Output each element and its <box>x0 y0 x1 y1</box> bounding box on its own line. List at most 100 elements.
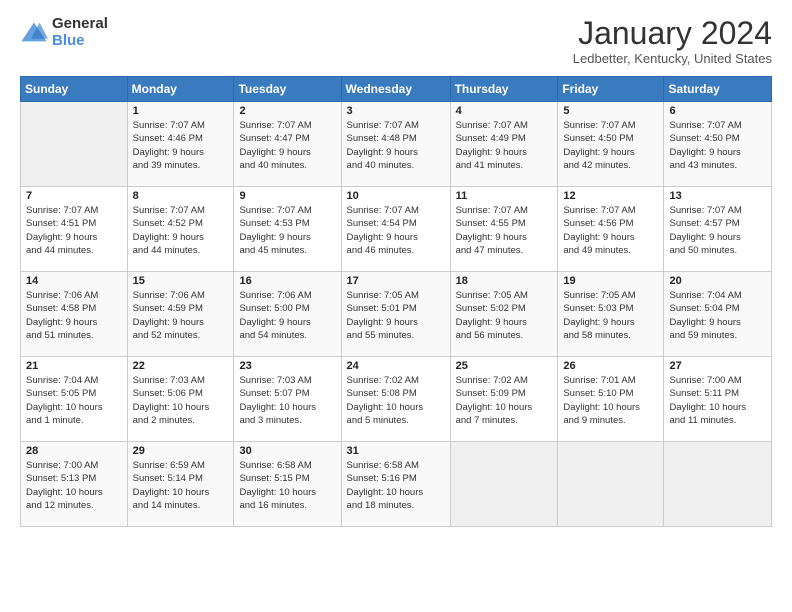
logo: General Blue <box>20 16 108 49</box>
location: Ledbetter, Kentucky, United States <box>573 51 772 66</box>
day-info: Sunrise: 7:07 AM Sunset: 4:51 PM Dayligh… <box>26 204 122 257</box>
day-number: 19 <box>563 275 658 287</box>
day-number: 6 <box>669 105 766 117</box>
col-saturday: Saturday <box>664 77 772 102</box>
day-number: 21 <box>26 360 122 372</box>
calendar-week-2: 7Sunrise: 7:07 AM Sunset: 4:51 PM Daylig… <box>21 187 772 272</box>
day-number: 4 <box>456 105 553 117</box>
day-info: Sunrise: 7:07 AM Sunset: 4:57 PM Dayligh… <box>669 204 766 257</box>
day-info: Sunrise: 7:07 AM Sunset: 4:48 PM Dayligh… <box>347 119 445 172</box>
calendar-week-1: 1 Sunrise: 7:07 AM Sunset: 4:46 PM Daylig… <box>21 102 772 187</box>
day-number: 14 <box>26 275 122 287</box>
day-number: 25 <box>456 360 553 372</box>
day-number: 30 <box>239 445 335 457</box>
day-info: Sunrise: 6:59 AM Sunset: 5:14 PM Dayligh… <box>133 459 229 512</box>
calendar-table: Sunday Monday Tuesday Wednesday Thursday… <box>20 76 772 527</box>
day-number: 27 <box>669 360 766 372</box>
day-number: 29 <box>133 445 229 457</box>
table-row: 30 Sunrise: 6:58 AM Sunset: 5:15 PM Dayli… <box>234 442 341 527</box>
calendar-week-4: 21 Sunrise: 7:04 AM Sunset: 5:05 PM Dayli… <box>21 357 772 442</box>
day-info: Sunrise: 7:04 AM Sunset: 5:05 PM Dayligh… <box>26 374 122 427</box>
day-number: 2 <box>239 105 335 117</box>
table-row: 5Sunrise: 7:07 AM Sunset: 4:50 PM Daylig… <box>558 102 664 187</box>
day-info: Sunrise: 7:07 AM Sunset: 4:46 PM Dayligh… <box>133 119 229 172</box>
logo-icon <box>20 19 48 47</box>
day-number: 22 <box>133 360 229 372</box>
col-wednesday: Wednesday <box>341 77 450 102</box>
table-row: 20 Sunrise: 7:04 AM Sunset: 5:04 PM Dayli… <box>664 272 772 357</box>
day-info: Sunrise: 7:05 AM Sunset: 5:02 PM Dayligh… <box>456 289 553 342</box>
table-row: 15 Sunrise: 7:06 AM Sunset: 4:59 PM Dayli… <box>127 272 234 357</box>
day-info: Sunrise: 7:03 AM Sunset: 5:07 PM Dayligh… <box>239 374 335 427</box>
day-number: 18 <box>456 275 553 287</box>
col-thursday: Thursday <box>450 77 558 102</box>
table-row: 24Sunrise: 7:02 AM Sunset: 5:08 PM Dayli… <box>341 357 450 442</box>
day-number: 1 <box>133 105 229 117</box>
day-number: 23 <box>239 360 335 372</box>
day-number: 12 <box>563 190 658 202</box>
day-info: Sunrise: 7:02 AM Sunset: 5:09 PM Dayligh… <box>456 374 553 427</box>
table-row <box>21 102 128 187</box>
table-row: 26 Sunrise: 7:01 AM Sunset: 5:10 PM Dayli… <box>558 357 664 442</box>
day-number: 13 <box>669 190 766 202</box>
logo-general: General <box>52 16 108 33</box>
table-row: 23 Sunrise: 7:03 AM Sunset: 5:07 PM Dayli… <box>234 357 341 442</box>
day-info: Sunrise: 6:58 AM Sunset: 5:15 PM Dayligh… <box>239 459 335 512</box>
day-info: Sunrise: 7:02 AM Sunset: 5:08 PM Dayligh… <box>347 374 445 427</box>
day-number: 20 <box>669 275 766 287</box>
day-number: 8 <box>133 190 229 202</box>
table-row: 4 Sunrise: 7:07 AM Sunset: 4:49 PM Daylig… <box>450 102 558 187</box>
day-number: 16 <box>239 275 335 287</box>
day-info: Sunrise: 7:03 AM Sunset: 5:06 PM Dayligh… <box>133 374 229 427</box>
header: General Blue January 2024 Ledbetter, Ken… <box>20 16 772 66</box>
logo-blue: Blue <box>52 33 108 50</box>
table-row: 9 Sunrise: 7:07 AM Sunset: 4:53 PM Daylig… <box>234 187 341 272</box>
col-tuesday: Tuesday <box>234 77 341 102</box>
day-info: Sunrise: 7:05 AM Sunset: 5:03 PM Dayligh… <box>563 289 658 342</box>
table-row: 17Sunrise: 7:05 AM Sunset: 5:01 PM Dayli… <box>341 272 450 357</box>
day-number: 10 <box>347 190 445 202</box>
table-row <box>664 442 772 527</box>
day-info: Sunrise: 7:00 AM Sunset: 5:13 PM Dayligh… <box>26 459 122 512</box>
day-info: Sunrise: 7:04 AM Sunset: 5:04 PM Dayligh… <box>669 289 766 342</box>
day-info: Sunrise: 7:07 AM Sunset: 4:55 PM Dayligh… <box>456 204 553 257</box>
day-number: 9 <box>239 190 335 202</box>
col-sunday: Sunday <box>21 77 128 102</box>
day-number: 3 <box>347 105 445 117</box>
day-info: Sunrise: 7:01 AM Sunset: 5:10 PM Dayligh… <box>563 374 658 427</box>
col-monday: Monday <box>127 77 234 102</box>
day-info: Sunrise: 7:06 AM Sunset: 4:59 PM Dayligh… <box>133 289 229 342</box>
day-info: Sunrise: 7:07 AM Sunset: 4:53 PM Dayligh… <box>239 204 335 257</box>
table-row: 31Sunrise: 6:58 AM Sunset: 5:16 PM Dayli… <box>341 442 450 527</box>
day-info: Sunrise: 7:06 AM Sunset: 5:00 PM Dayligh… <box>239 289 335 342</box>
table-row: 12Sunrise: 7:07 AM Sunset: 4:56 PM Dayli… <box>558 187 664 272</box>
day-info: Sunrise: 7:07 AM Sunset: 4:47 PM Dayligh… <box>239 119 335 172</box>
table-row <box>558 442 664 527</box>
table-row: 14 Sunrise: 7:06 AM Sunset: 4:58 PM Dayli… <box>21 272 128 357</box>
table-row: 22 Sunrise: 7:03 AM Sunset: 5:06 PM Dayli… <box>127 357 234 442</box>
table-row: 28Sunrise: 7:00 AM Sunset: 5:13 PM Dayli… <box>21 442 128 527</box>
page: General Blue January 2024 Ledbetter, Ken… <box>0 0 792 612</box>
table-row: 16 Sunrise: 7:06 AM Sunset: 5:00 PM Dayli… <box>234 272 341 357</box>
table-row: 19 Sunrise: 7:05 AM Sunset: 5:03 PM Dayli… <box>558 272 664 357</box>
day-info: Sunrise: 7:07 AM Sunset: 4:49 PM Dayligh… <box>456 119 553 172</box>
table-row: 18 Sunrise: 7:05 AM Sunset: 5:02 PM Dayli… <box>450 272 558 357</box>
table-row: 8Sunrise: 7:07 AM Sunset: 4:52 PM Daylig… <box>127 187 234 272</box>
day-info: Sunrise: 7:00 AM Sunset: 5:11 PM Dayligh… <box>669 374 766 427</box>
table-row: 11Sunrise: 7:07 AM Sunset: 4:55 PM Dayli… <box>450 187 558 272</box>
logo-text: General Blue <box>52 16 108 49</box>
title-block: January 2024 Ledbetter, Kentucky, United… <box>573 16 772 66</box>
day-info: Sunrise: 7:07 AM Sunset: 4:50 PM Dayligh… <box>669 119 766 172</box>
table-row: 21 Sunrise: 7:04 AM Sunset: 5:05 PM Dayli… <box>21 357 128 442</box>
day-info: Sunrise: 7:06 AM Sunset: 4:58 PM Dayligh… <box>26 289 122 342</box>
day-info: Sunrise: 7:05 AM Sunset: 5:01 PM Dayligh… <box>347 289 445 342</box>
table-row <box>450 442 558 527</box>
table-row: 25 Sunrise: 7:02 AM Sunset: 5:09 PM Dayli… <box>450 357 558 442</box>
day-number: 26 <box>563 360 658 372</box>
day-number: 15 <box>133 275 229 287</box>
day-info: Sunrise: 7:07 AM Sunset: 4:54 PM Dayligh… <box>347 204 445 257</box>
month-title: January 2024 <box>573 16 772 51</box>
table-row: 10 Sunrise: 7:07 AM Sunset: 4:54 PM Dayli… <box>341 187 450 272</box>
table-row: 27 Sunrise: 7:00 AM Sunset: 5:11 PM Dayli… <box>664 357 772 442</box>
table-row: 6 Sunrise: 7:07 AM Sunset: 4:50 PM Daylig… <box>664 102 772 187</box>
